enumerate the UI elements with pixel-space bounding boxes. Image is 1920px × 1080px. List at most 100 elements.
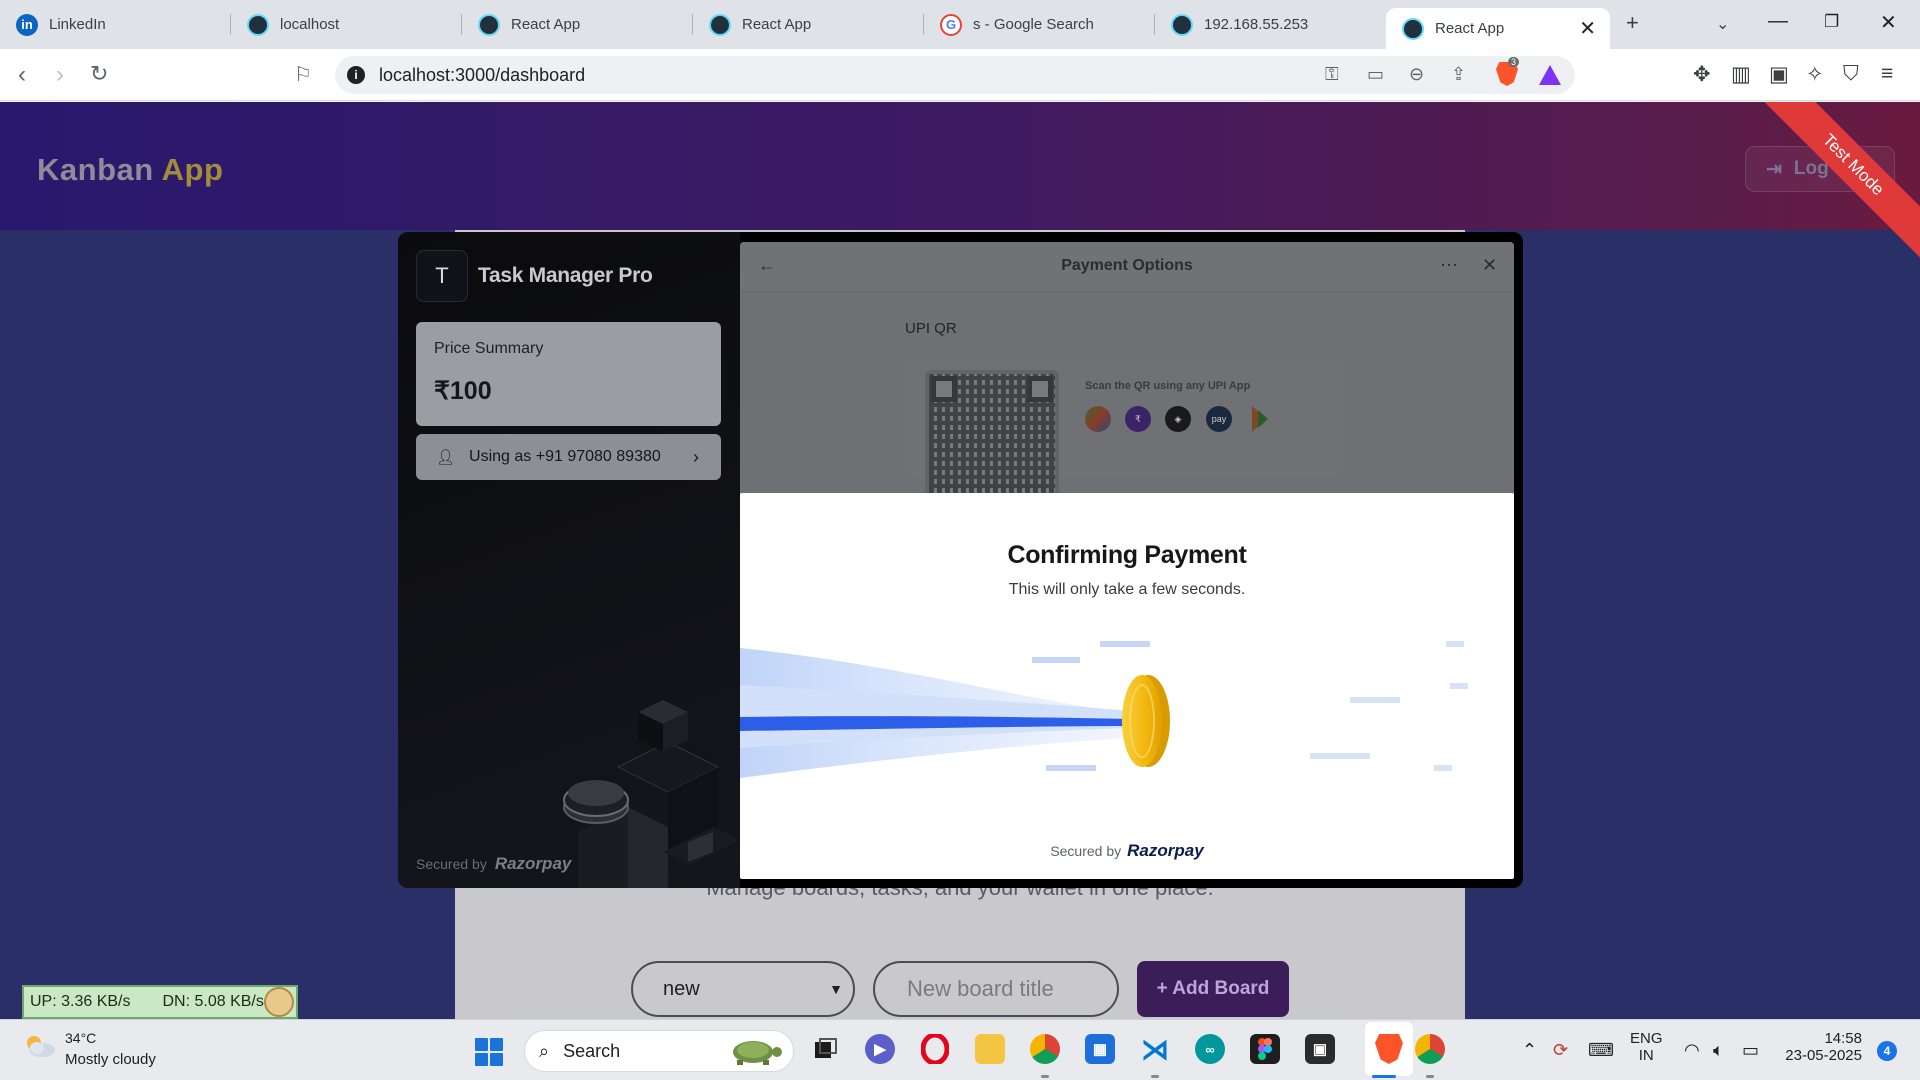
scan-qr-text: Scan the QR using any UPI App — [1085, 380, 1251, 392]
volume-icon[interactable]: 🔈︎ — [1713, 1040, 1724, 1061]
board-select[interactable]: new ▼ — [631, 961, 855, 1017]
address-bar[interactable]: i localhost:3000/dashboard ⚿ ▭ ⊖ ⇪ — [335, 56, 1575, 94]
secured-by-left: Secured by Razorpay — [416, 854, 571, 874]
close-icon[interactable]: ✕ — [1482, 255, 1497, 276]
tab-title: LinkedIn — [49, 16, 106, 33]
paytm-icon: pay — [1206, 406, 1232, 432]
add-board-button[interactable]: + Add Board — [1137, 961, 1289, 1017]
user-contact-label: Using as +91 97080 89380 — [469, 448, 661, 465]
wallet-icon[interactable]: ▣ — [1769, 62, 1789, 87]
brave-rewards-icon[interactable] — [1539, 65, 1561, 85]
figma-icon[interactable] — [1250, 1034, 1280, 1064]
board-select-value: new — [663, 977, 700, 1000]
vpn-icon[interactable]: ⛉ — [1843, 62, 1859, 86]
language-indicator[interactable]: ENG IN — [1630, 1030, 1663, 1064]
more-options-icon[interactable]: ⋯ — [1440, 255, 1458, 276]
user-contact-button[interactable]: 👤︎ Using as +91 97080 89380 › — [416, 434, 721, 480]
app-title-part1: Kanban — [37, 152, 154, 187]
react-icon — [247, 13, 269, 36]
extensions-icon[interactable]: ✥ — [1693, 62, 1711, 87]
chevron-up-icon[interactable]: ⌃ — [1522, 1040, 1537, 1061]
teams-chat-icon[interactable]: ▶ — [865, 1034, 895, 1064]
payment-options-title: Payment Options — [1061, 257, 1193, 274]
taskbar: 34°C Mostly cloudy ⌕ Search ▶ ▦ ⋊ ∞ ▣ ⌃ … — [0, 1019, 1920, 1080]
payment-animation — [740, 641, 1468, 778]
opera-icon[interactable] — [920, 1034, 950, 1064]
keyboard-icon[interactable]: ⌨ — [1588, 1040, 1614, 1061]
terminal-app-icon[interactable]: ▣ — [1305, 1034, 1335, 1064]
url-text[interactable]: localhost:3000/dashboard — [379, 65, 585, 86]
tab-search-chevron-icon[interactable]: ⌄ — [1716, 14, 1729, 34]
notification-badge[interactable]: 4 — [1877, 1041, 1897, 1061]
browser-tab[interactable]: localhost — [231, 0, 462, 49]
browser-tab[interactable]: React App — [693, 0, 924, 49]
browser-tab[interactable]: React App — [462, 0, 693, 49]
back-icon[interactable]: ‹ — [18, 61, 26, 89]
file-explorer-icon[interactable] — [975, 1034, 1005, 1064]
user-icon: 👤︎ — [436, 449, 456, 466]
taskbar-search[interactable]: ⌕ Search — [524, 1030, 794, 1072]
chrome-icon[interactable] — [1030, 1034, 1060, 1064]
weather-desc[interactable]: Mostly cloudy — [65, 1051, 156, 1068]
chrome-profile-icon[interactable] — [1415, 1034, 1445, 1064]
microsoft-store-icon[interactable]: ▦ — [1085, 1034, 1115, 1064]
wifi-icon[interactable]: ◠ — [1684, 1040, 1700, 1061]
key-icon[interactable]: ⚿ — [1325, 64, 1339, 85]
leo-ai-icon[interactable]: ✧ — [1806, 62, 1824, 87]
forward-icon[interactable]: › — [56, 61, 64, 89]
brave-taskbar-icon[interactable] — [1374, 1034, 1404, 1064]
payment-options-header: ← Payment Options ⋯ ✕ — [740, 242, 1514, 292]
bookmark-icon[interactable]: ⚐ — [294, 62, 312, 87]
react-icon — [1171, 13, 1193, 36]
install-icon[interactable]: ▭ — [1367, 64, 1384, 85]
qr-corner — [931, 376, 957, 402]
windows-start-icon[interactable] — [475, 1038, 503, 1066]
running-indicator — [1426, 1075, 1434, 1078]
chevron-down-icon: ▼ — [829, 981, 843, 997]
minimize-icon[interactable]: — — [1768, 10, 1788, 33]
secured-by-text: Secured by — [416, 856, 487, 872]
cred-icon: ◈ — [1165, 406, 1191, 432]
mascot-icon — [264, 987, 294, 1017]
battery-icon[interactable]: ▭ — [1742, 1040, 1759, 1061]
new-tab-button[interactable]: + — [1626, 10, 1639, 36]
browser-tab[interactable]: 192.168.55.253 — [1155, 0, 1386, 49]
zoom-out-icon[interactable]: ⊖ — [1409, 64, 1424, 85]
tab-title: localhost — [280, 16, 340, 33]
sync-icon[interactable]: ⟳ — [1553, 1040, 1568, 1061]
running-indicator — [1151, 1075, 1159, 1078]
running-indicator — [1041, 1075, 1049, 1078]
site-info-icon[interactable]: i — [347, 66, 365, 84]
weather-temp[interactable]: 34°C — [65, 1030, 96, 1046]
browser-tab[interactable]: in LinkedIn — [0, 0, 231, 49]
qr-corner — [1027, 376, 1053, 402]
reload-icon[interactable]: ↻ — [90, 61, 108, 87]
app-header: Kanban App ⇥ Log — [0, 102, 1920, 230]
network-speed-monitor: UP: 3.36 KB/s DN: 5.08 KB/s — [22, 985, 298, 1019]
turtle-icon — [733, 1041, 782, 1065]
browser-tab-active[interactable]: React App ✕ — [1386, 8, 1610, 49]
task-view-icon[interactable] — [810, 1034, 840, 1064]
google-icon: G — [940, 13, 962, 36]
clock-time: 14:58 — [1824, 1030, 1862, 1047]
price-summary-card: Price Summary ₹100 — [416, 322, 721, 426]
react-icon — [478, 13, 500, 36]
close-window-icon[interactable]: ✕ — [1880, 10, 1897, 35]
vscode-icon[interactable]: ⋊ — [1140, 1034, 1170, 1065]
menu-icon[interactable]: ≡ — [1881, 62, 1893, 86]
razorpay-logo-text: Razorpay — [494, 854, 572, 873]
search-label: Search — [563, 1040, 621, 1061]
sidebar-icon[interactable]: ▥ — [1731, 62, 1751, 87]
restore-icon[interactable]: ❐ — [1824, 12, 1839, 32]
secured-by-text: Secured by — [1050, 843, 1122, 859]
phonepe-icon: ₹ — [1125, 406, 1151, 432]
cloudy-weather-icon[interactable] — [22, 1034, 56, 1058]
secured-by-razorpay: Secured by Razorpay — [740, 841, 1514, 861]
arduino-icon[interactable]: ∞ — [1195, 1034, 1225, 1064]
share-icon[interactable]: ⇪ — [1451, 64, 1466, 85]
close-tab-icon[interactable]: ✕ — [1579, 16, 1596, 41]
board-title-input[interactable]: New board title — [873, 961, 1119, 1017]
merchant-logo: T — [416, 250, 468, 302]
clock[interactable]: 14:58 23-05-2025 — [1782, 1030, 1862, 1064]
browser-tab[interactable]: G s - Google Search — [924, 0, 1155, 49]
